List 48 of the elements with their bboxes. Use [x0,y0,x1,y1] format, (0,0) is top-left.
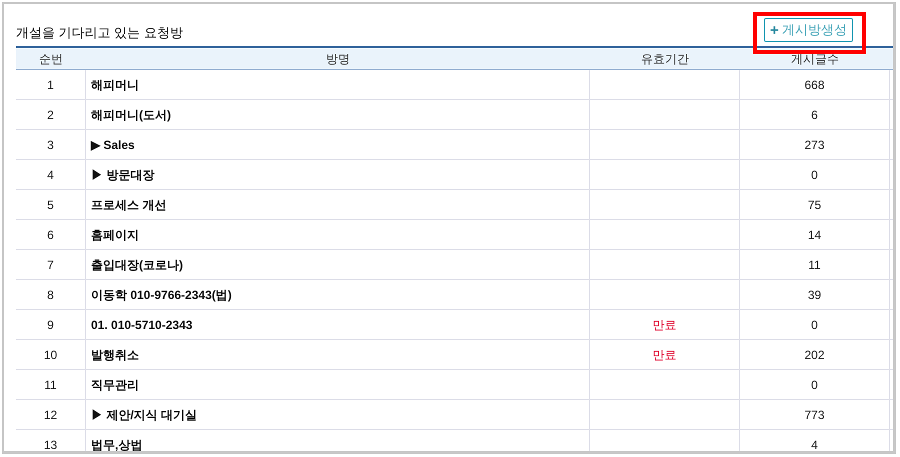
column-header: 순번 [38,51,64,68]
column-header: 방명 [325,51,351,68]
table-cell: 0 [740,160,890,189]
table-cell: 11 [740,250,890,279]
table-cell: 만료 [590,340,740,369]
table-cell: 법무,상법 [86,430,590,451]
table-cell: 7 [16,250,86,279]
table-cell: 해피머니(도서) [86,100,590,129]
panel-title: 개설을 기다리고 있는 요청방 [16,24,183,42]
table-cell: 11 [16,370,86,399]
table-cell: ▶ Sales [86,130,590,159]
table-cell: 75 [740,190,890,219]
table-cell: 이동학 010-9766-2343(법) [86,280,590,309]
table-cell: 발행취소 [86,340,590,369]
table-cell: 2 [16,100,86,129]
table-cell: 6 [740,100,890,129]
column-header: 유효기간 [640,51,690,68]
table-cell: ▶ 제안/지식 대기실 [86,400,590,429]
table-cell: 39 [740,280,890,309]
table-cell: 1 [16,70,86,99]
column-header: 게시글수 [790,51,840,68]
table-cell: 0 [740,310,890,339]
table-cell: 9 [16,310,86,339]
table-cell: 직무관리 [86,370,590,399]
table-cell: 202 [740,340,890,369]
table-cell: 해피머니 [86,70,590,99]
table-cell: 01. 010-5710-2343 [86,310,590,339]
table-cell: 668 [740,70,890,99]
table-cell: 홈페이지 [86,220,590,249]
table-cell: 773 [740,400,890,429]
table-cell: 14 [740,220,890,249]
table-cell: 만료 [590,310,740,339]
table-cell: 12 [16,400,86,429]
table-cell: 10 [16,340,86,369]
table-cell: 4 [740,430,890,451]
table-cell: 5 [16,190,86,219]
create-board-button[interactable]: + 게시방생성 [764,18,853,42]
table-cell: 13 [16,430,86,451]
table-cell: 3 [16,130,86,159]
table-cell: 8 [16,280,86,309]
table-cell: ▶ 방문대장 [86,160,590,189]
table-cell: 0 [740,370,890,399]
table-cell: 273 [740,130,890,159]
table-cell: 출입대장(코로나) [86,250,590,279]
table-cell: 프로세스 개선 [86,190,590,219]
table-cell: 4 [16,160,86,189]
table-cell: 6 [16,220,86,249]
plus-icon: + [770,22,779,38]
